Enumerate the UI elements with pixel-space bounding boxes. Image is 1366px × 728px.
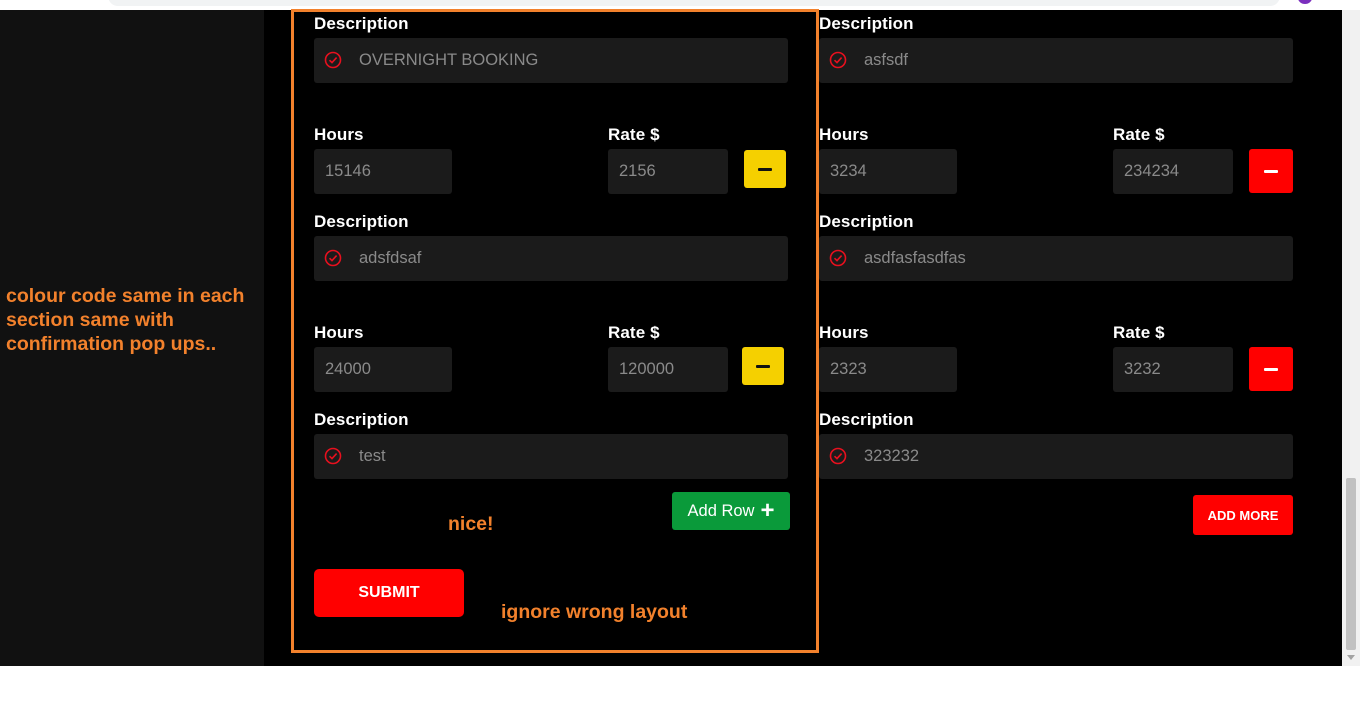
annotation-nice: nice! [448,513,494,535]
description-label: Description [819,410,914,429]
description-input[interactable]: asfsdf [819,38,1293,83]
rate-input[interactable]: 3232 [1113,347,1233,392]
rate-value: 234234 [1124,162,1180,180]
check-circle-icon [829,447,847,465]
annotation-side-note: colour code same in each section same wi… [6,285,245,355]
scrollbar-thumb[interactable] [1346,478,1356,650]
hours-input[interactable]: 2323 [819,347,957,392]
check-circle-icon [829,51,847,69]
description-value: asdfasfasdfas [864,249,966,267]
rate-value: 3232 [1124,360,1161,378]
annotation-ignore: ignore wrong layout [501,601,688,623]
rate-label: Rate $ [1113,323,1165,342]
address-bar[interactable] [108,0,1280,6]
page-bottom [0,666,1366,728]
rate-label: Rate $ [1113,125,1165,144]
page-scrollbar[interactable] [1342,10,1360,666]
hours-value: 3234 [830,162,867,180]
add-more-button[interactable]: ADD MORE [1193,495,1293,535]
hours-value: 2323 [830,360,867,378]
annotation-highlight-box [291,9,819,653]
hours-label: Hours [819,125,869,144]
profile-avatar-icon[interactable] [1298,0,1312,4]
description-input[interactable]: 323232 [819,434,1293,479]
description-label: Description [819,14,914,33]
rate-input[interactable]: 234234 [1113,149,1233,194]
check-circle-icon [829,249,847,267]
hours-label: Hours [819,323,869,342]
description-value: 323232 [864,447,920,465]
description-value: asfsdf [864,51,909,69]
minus-icon [1264,367,1278,371]
description-label: Description [819,212,914,231]
remove-row-button[interactable] [1249,347,1293,391]
remove-row-button[interactable] [1249,149,1293,193]
scroll-down-arrow-icon[interactable] [1347,655,1355,660]
description-input[interactable]: asdfasfasdfas [819,236,1293,281]
minus-icon [1264,169,1278,173]
hours-input[interactable]: 3234 [819,149,957,194]
